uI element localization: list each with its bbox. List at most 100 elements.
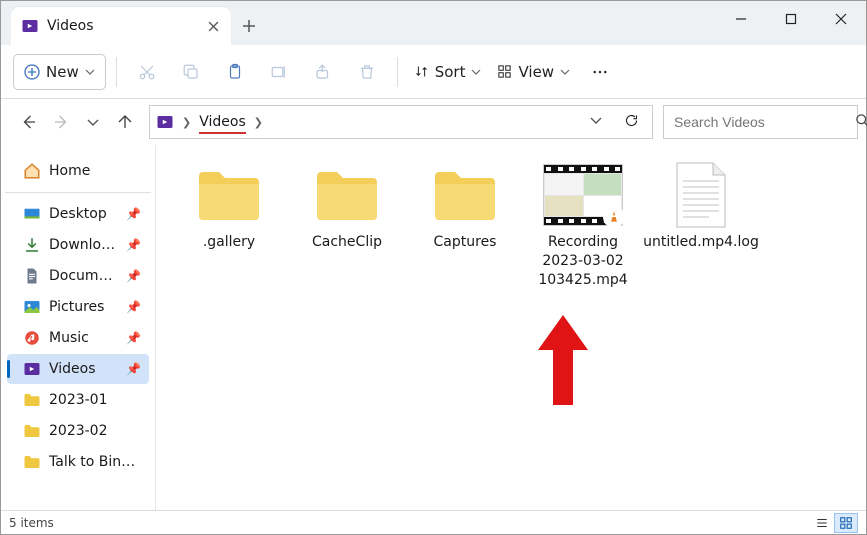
- item-label: Recording 2023-03-02 103425.mp4: [534, 233, 632, 290]
- tab-close-icon[interactable]: [201, 14, 225, 38]
- icons-view-toggle[interactable]: [834, 513, 858, 533]
- share-button[interactable]: [303, 54, 343, 90]
- pin-icon: 📌: [126, 269, 141, 283]
- item-label: CacheClip: [312, 233, 382, 252]
- title-bar: Videos: [1, 1, 866, 45]
- sidebar-label: Pictures: [49, 299, 118, 315]
- sort-label: Sort: [435, 63, 466, 81]
- music-icon: [23, 329, 41, 347]
- breadcrumb-dropdown[interactable]: [584, 114, 608, 130]
- sidebar-label: 2023-01: [49, 392, 141, 408]
- download-icon: [23, 236, 41, 254]
- paste-button[interactable]: [215, 54, 255, 90]
- details-view-toggle[interactable]: [810, 513, 834, 533]
- folder-item[interactable]: .gallery: [180, 157, 278, 252]
- nav-forward-button[interactable]: [47, 108, 75, 136]
- more-button[interactable]: [580, 54, 620, 90]
- sidebar-item-home[interactable]: Home: [7, 156, 149, 186]
- search-icon[interactable]: [855, 113, 867, 132]
- separator: [397, 57, 398, 87]
- status-item-count: 5 items: [9, 516, 54, 530]
- sidebar-item-videos[interactable]: Videos 📌: [7, 354, 149, 384]
- sidebar-label: Downloads: [49, 237, 118, 253]
- sidebar-item-desktop[interactable]: Desktop 📌: [7, 199, 149, 229]
- chevron-down-icon: [471, 67, 481, 77]
- view-button[interactable]: View: [491, 54, 576, 90]
- sidebar-item-pictures[interactable]: Pictures 📌: [7, 292, 149, 322]
- rename-button[interactable]: [259, 54, 299, 90]
- command-toolbar: New Sort View: [1, 45, 866, 99]
- folder-item[interactable]: Captures: [416, 157, 514, 252]
- sidebar-item-folder[interactable]: 2023-01: [7, 385, 149, 415]
- navigation-bar: ❯ Videos ❯: [1, 99, 866, 145]
- nav-back-button[interactable]: [15, 108, 43, 136]
- window-minimize[interactable]: [716, 1, 766, 37]
- annotation-arrow-icon: [533, 315, 593, 405]
- textfile-icon: [658, 157, 744, 233]
- pictures-icon: [23, 298, 41, 316]
- refresh-button[interactable]: [616, 113, 646, 132]
- separator: [116, 57, 117, 87]
- chevron-right-icon[interactable]: ❯: [182, 116, 191, 129]
- pin-icon: 📌: [126, 362, 141, 376]
- new-tab-button[interactable]: [231, 7, 267, 45]
- delete-button[interactable]: [347, 54, 387, 90]
- item-label: .gallery: [203, 233, 255, 252]
- sidebar-label: Documents: [49, 268, 118, 284]
- content-area: .gallery CacheClip Captures: [156, 145, 866, 510]
- home-icon: [23, 162, 41, 180]
- desktop-icon: [23, 205, 41, 223]
- search-box[interactable]: [663, 105, 858, 139]
- window-maximize[interactable]: [766, 1, 816, 37]
- folder-icon: [23, 453, 41, 471]
- item-label: untitled.mp4.log: [643, 233, 759, 252]
- chevron-right-icon[interactable]: ❯: [254, 116, 263, 129]
- chevron-down-icon: [85, 67, 95, 77]
- folder-icon: [422, 157, 508, 233]
- sidebar-item-documents[interactable]: Documents 📌: [7, 261, 149, 291]
- sidebar-item-folder[interactable]: Talk to Bing AI: [7, 447, 149, 477]
- folder-icon: [23, 422, 41, 440]
- pin-icon: 📌: [126, 207, 141, 221]
- search-input[interactable]: [674, 114, 855, 130]
- sidebar-label: Videos: [49, 361, 118, 377]
- nav-recent-button[interactable]: [79, 108, 107, 136]
- sidebar: Home Desktop 📌 Downloads 📌 Documents 📌 P…: [1, 145, 156, 510]
- videos-icon: [23, 360, 41, 378]
- sidebar-label: Home: [49, 163, 141, 179]
- folder-icon: [23, 391, 41, 409]
- window-close[interactable]: [816, 1, 866, 37]
- file-item[interactable]: untitled.mp4.log: [652, 157, 750, 252]
- document-icon: [23, 267, 41, 285]
- breadcrumb-current[interactable]: Videos: [199, 114, 246, 134]
- folder-icon: [304, 157, 390, 233]
- new-button-label: New: [46, 63, 79, 81]
- status-bar: 5 items: [1, 510, 866, 534]
- chevron-down-icon: [560, 67, 570, 77]
- sidebar-item-downloads[interactable]: Downloads 📌: [7, 230, 149, 260]
- videos-folder-icon: [21, 17, 39, 35]
- vlc-icon: [603, 206, 625, 228]
- sort-button[interactable]: Sort: [408, 54, 488, 90]
- pin-icon: 📌: [126, 331, 141, 345]
- sidebar-item-music[interactable]: Music 📌: [7, 323, 149, 353]
- video-item[interactable]: Recording 2023-03-02 103425.mp4: [534, 157, 632, 290]
- view-label: View: [518, 63, 554, 81]
- copy-button[interactable]: [171, 54, 211, 90]
- pin-icon: 📌: [126, 300, 141, 314]
- videos-folder-icon: [156, 113, 174, 131]
- nav-up-button[interactable]: [111, 108, 139, 136]
- pin-icon: 📌: [126, 238, 141, 252]
- window-controls: [716, 1, 866, 37]
- folder-item[interactable]: CacheClip: [298, 157, 396, 252]
- cut-button[interactable]: [127, 54, 167, 90]
- item-label: Captures: [434, 233, 497, 252]
- folder-icon: [186, 157, 272, 233]
- new-button[interactable]: New: [13, 54, 106, 90]
- sidebar-label: Desktop: [49, 206, 118, 222]
- video-thumbnail-icon: [540, 157, 626, 233]
- tab-videos[interactable]: Videos: [11, 7, 231, 45]
- breadcrumb-bar[interactable]: ❯ Videos ❯: [149, 105, 653, 139]
- sidebar-label: Music: [49, 330, 118, 346]
- sidebar-item-folder[interactable]: 2023-02: [7, 416, 149, 446]
